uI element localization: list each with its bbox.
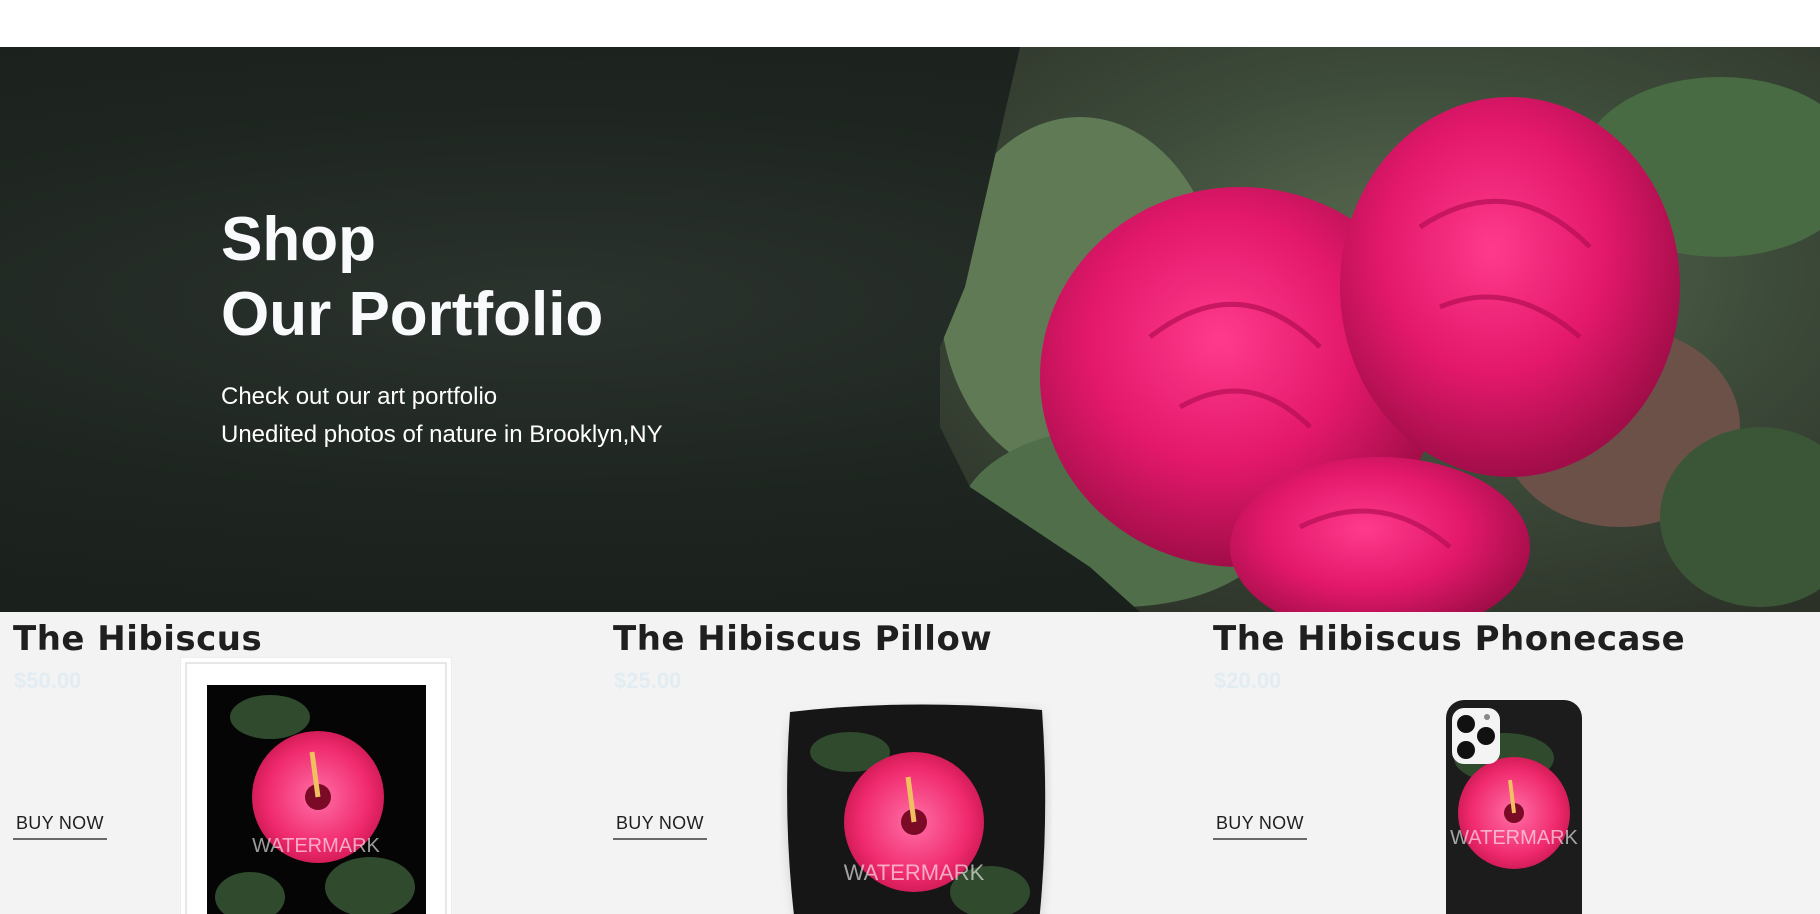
product-card: The Hibiscus Phonecase $20.00 BUY NOW WA… (1200, 612, 1800, 914)
watermark-label: WATERMARK (252, 835, 380, 857)
buy-now-button[interactable]: BUY NOW (1213, 809, 1307, 840)
pillow-image[interactable]: WATERMARK (780, 702, 1052, 914)
hero-subtitle-line1: Check out our art portfolio (221, 383, 498, 410)
hero-title: Shop Our Portfolio (221, 202, 663, 352)
phonecase-image[interactable]: WATERMARK (1444, 698, 1584, 914)
rose-photo (820, 47, 1820, 612)
hero-subtitle: Check out our art portfolio Unedited pho… (221, 378, 663, 454)
hero-banner: Shop Our Portfolio Check out our art por… (0, 47, 1820, 612)
watermark-label: WATERMARK (844, 860, 985, 885)
framed-print-image[interactable]: WATERMARK (180, 657, 452, 914)
hero-title-line1: Shop (221, 205, 376, 274)
product-card: The Hibiscus Pillow $25.00 BUY NOW WATER… (600, 612, 1200, 914)
product-title[interactable]: The Hibiscus Phonecase (1213, 614, 1685, 664)
buy-now-button[interactable]: BUY NOW (613, 809, 707, 840)
product-card: The Hibiscus $50.00 BUY NOW WATERMARK (0, 612, 600, 914)
top-header-bar (0, 0, 1820, 47)
product-price: $25.00 (614, 668, 682, 693)
product-price: $20.00 (1214, 668, 1282, 693)
hero-subtitle-line2: Unedited photos of nature in Brooklyn,NY (221, 421, 663, 448)
watermark-label: WATERMARK (1450, 827, 1578, 849)
buy-now-button[interactable]: BUY NOW (13, 809, 107, 840)
product-grid: The Hibiscus $50.00 BUY NOW WATERMARK Th… (0, 612, 1820, 914)
hero-title-line2: Our Portfolio (221, 280, 604, 349)
product-title[interactable]: The Hibiscus Pillow (613, 614, 992, 664)
product-price: $50.00 (14, 668, 82, 693)
